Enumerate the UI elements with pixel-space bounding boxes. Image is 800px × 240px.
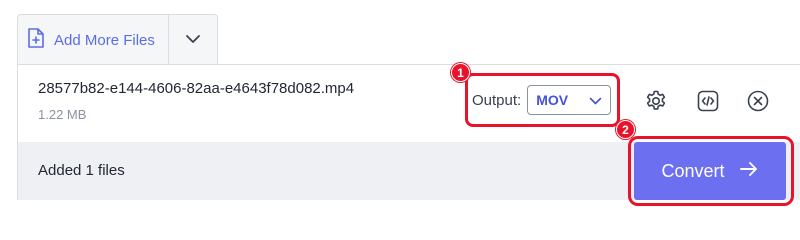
step-badge-2: 2 <box>616 120 635 139</box>
output-format-group: Output: MOV <box>465 73 620 127</box>
file-name: 28577b82-e144-4606-82aa-e4643f78d082.mp4 <box>38 80 355 97</box>
add-more-files-label: Add More Files <box>54 31 155 49</box>
convert-label: Convert <box>661 160 725 181</box>
gear-icon <box>644 89 668 118</box>
file-toolbar: Add More Files <box>17 14 218 64</box>
convert-button[interactable]: Convert <box>634 142 786 200</box>
file-size: 1.22 MB <box>38 107 87 122</box>
output-label: Output: <box>472 91 522 109</box>
file-plus-icon <box>26 27 46 53</box>
files-added-status: Added 1 files <box>38 162 125 179</box>
file-row: 28577b82-e144-4606-82aa-e4643f78d082.mp4… <box>17 64 800 142</box>
output-format-select[interactable]: MOV <box>527 85 612 115</box>
remove-file-button[interactable] <box>745 90 771 116</box>
close-circle-icon <box>746 89 770 118</box>
add-more-files-button[interactable]: Add More Files <box>18 15 169 64</box>
arrow-right-icon <box>739 161 759 182</box>
chevron-down-icon <box>589 92 602 108</box>
code-icon <box>696 89 720 118</box>
converter-panel: Add More Files 28577b82-e144-4606-82aa-e… <box>0 0 800 217</box>
embed-code-button[interactable] <box>695 90 721 116</box>
settings-button[interactable] <box>643 90 669 116</box>
add-files-dropdown-button[interactable] <box>169 15 217 64</box>
step-badge-1: 1 <box>451 63 470 82</box>
output-format-value: MOV <box>536 92 569 108</box>
chevron-down-icon <box>185 31 201 49</box>
